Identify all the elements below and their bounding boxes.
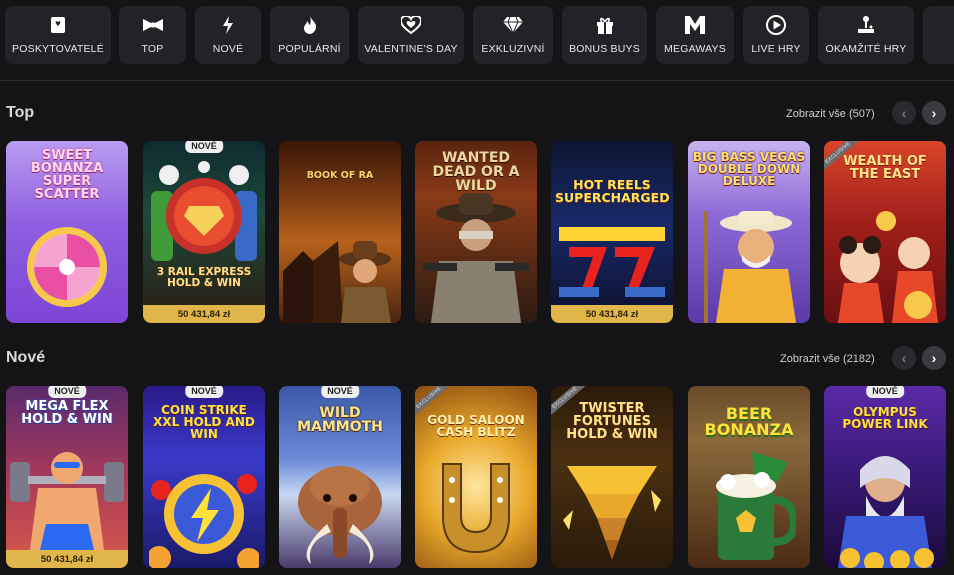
category-label: POSKYTOVATELÉ: [12, 43, 104, 55]
twister-art: [563, 466, 661, 560]
game-card[interactable]: HOT REELS SUPERCHARGED 50 431,84 zł: [551, 141, 673, 323]
category-popular[interactable]: POPULÁRNÍ: [270, 6, 349, 64]
category-bonus-buys[interactable]: BONUS BUYS: [562, 6, 647, 64]
sevens-art: [559, 227, 665, 297]
lightning-coin-art: [149, 474, 259, 568]
game-title: WANTED DEAD OR A WILD: [432, 150, 520, 194]
section-title-top: Top: [6, 104, 35, 121]
chevron-left-icon: ‹: [901, 105, 907, 121]
fisherman-art: [704, 211, 796, 323]
section-title-new: Nové: [6, 349, 46, 366]
carousel-prev-button[interactable]: ‹: [892, 346, 916, 370]
lightning-icon: [218, 15, 238, 35]
category-label: TOP: [141, 43, 164, 55]
diamond-icon: [503, 15, 523, 35]
jackpot-amount: 50 431,84 zł: [551, 305, 673, 323]
category-bar: POSKYTOVATELÉ TOP NOVÉ POPULÁRNÍ VALENTI…: [0, 0, 954, 81]
category-label: BONUS BUYS: [569, 43, 640, 55]
beer-mug-art: [716, 452, 796, 560]
game-title: WILD MAMMOTH: [297, 405, 383, 435]
game-title: SWEET BONANZA SUPER SCATTER: [30, 148, 104, 202]
category-exclusive[interactable]: EXKLUZIVNÍ: [473, 6, 553, 64]
category-label: MEGAWAYS: [664, 43, 726, 55]
category-live-games[interactable]: LIVE HRY: [743, 6, 809, 64]
bowtie-icon: [142, 15, 163, 35]
chevron-left-icon: ‹: [901, 350, 907, 366]
heart-icon: [401, 15, 421, 35]
game-card[interactable]: EXCLUSIVE TWISTER FORTUNES HOLD & WIN: [551, 386, 673, 568]
game-card[interactable]: SWEET BONANZA SUPER SCATTER: [6, 141, 128, 323]
game-title: BOOK OF RA: [306, 170, 374, 181]
game-title: OLYMPUS POWER LINK: [842, 405, 928, 431]
new-badge: NOVÉ: [185, 141, 223, 153]
category-label: LIVE HRY: [751, 43, 801, 55]
category-instant-games[interactable]: OKAMŽITÉ HRY: [818, 6, 914, 64]
flame-icon: [300, 15, 320, 35]
strongman-art: [10, 452, 124, 550]
new-badge: NOVÉ: [321, 386, 359, 398]
category-label: EXKLUZIVNÍ: [481, 43, 545, 55]
category-label: OKAMŽITÉ HRY: [825, 43, 907, 55]
game-card[interactable]: BOOK OF RA: [279, 141, 401, 323]
game-card[interactable]: NOVÉ MEGA FLEX HOLD & WIN 50 431,84 zł: [6, 386, 128, 568]
providers-icon: [48, 15, 68, 35]
view-all-top-link[interactable]: Zobrazit vše (507): [786, 108, 875, 120]
megaways-icon: [685, 15, 705, 35]
game-card[interactable]: NOVÉ WILD MAMMOTH: [279, 386, 401, 568]
game-title: TWISTER FORTUNES HOLD & WIN: [566, 401, 658, 442]
jackpot-amount: 50 431,84 zł: [6, 550, 128, 568]
adventurer-art: [283, 241, 391, 323]
category-more[interactable]: [923, 6, 954, 64]
horseshoe-art: [442, 463, 510, 554]
new-badge: NOVÉ: [48, 386, 86, 398]
category-label: VALENTINE'S DAY: [364, 43, 458, 55]
joystick-icon: [856, 15, 876, 35]
category-megaways[interactable]: MEGAWAYS: [656, 6, 734, 64]
gift-icon: [595, 15, 615, 35]
category-providers[interactable]: POSKYTOVATELÉ: [5, 6, 111, 64]
new-badge: NOVÉ: [866, 386, 904, 398]
mammoth-art: [298, 466, 382, 564]
cowboy-art: [423, 193, 529, 323]
game-title: BIG BASS VEGAS DOUBLE DOWN DELUXE: [692, 150, 806, 188]
chevron-right-icon: ›: [931, 350, 937, 366]
game-card[interactable]: EXCLUSIVE GOLD SALOON CASH BLITZ: [415, 386, 537, 568]
game-card[interactable]: NOVÉ OLYMPUS POWER LINK: [824, 386, 946, 568]
game-title: 3 RAIL EXPRESS HOLD & WIN: [156, 266, 252, 289]
game-title: HOT REELS SUPERCHARGED: [555, 177, 670, 205]
carousel-next-button[interactable]: ›: [922, 101, 946, 125]
game-title: WEALTH OF THE EAST: [843, 154, 927, 182]
category-new[interactable]: NOVÉ: [195, 6, 261, 64]
category-label: NOVÉ: [212, 43, 244, 55]
category-label: POPULÁRNÍ: [278, 43, 341, 55]
new-badge: NOVÉ: [185, 386, 223, 398]
game-title: MEGA FLEX HOLD & WIN: [21, 399, 113, 427]
candy-art: [27, 227, 107, 307]
chevron-right-icon: ›: [931, 105, 937, 121]
view-all-new-link[interactable]: Zobrazit vše (2182): [780, 353, 875, 365]
play-icon: [766, 15, 786, 35]
game-title: GOLD SALOON CASH BLITZ: [427, 413, 525, 439]
carousel-prev-button[interactable]: ‹: [892, 101, 916, 125]
game-card[interactable]: BEER BONANZA: [688, 386, 810, 568]
carousel-next-button[interactable]: ›: [922, 346, 946, 370]
game-card[interactable]: WANTED DEAD OR A WILD: [415, 141, 537, 323]
jackpot-amount: 50 431,84 zł: [143, 305, 265, 323]
game-title: COIN STRIKE XXL HOLD AND WIN: [153, 403, 255, 441]
category-valentines[interactable]: VALENTINE'S DAY: [358, 6, 464, 64]
game-card[interactable]: NOVÉ COIN STRIKE XXL HOLD AND WIN: [143, 386, 265, 568]
train-art: [151, 161, 257, 261]
zeus-art: [838, 456, 934, 568]
game-card[interactable]: EXCLUSIVE WEALTH OF THE EAST: [824, 141, 946, 323]
lucky-child-art: [838, 211, 938, 323]
category-top[interactable]: TOP: [119, 6, 186, 64]
game-card[interactable]: NOVÉ 3 RAIL EXPRESS HOLD & WIN 50 431,84…: [143, 141, 265, 323]
game-card[interactable]: BIG BASS VEGAS DOUBLE DOWN DELUXE: [688, 141, 810, 323]
game-title: BEER BONANZA: [704, 404, 794, 439]
